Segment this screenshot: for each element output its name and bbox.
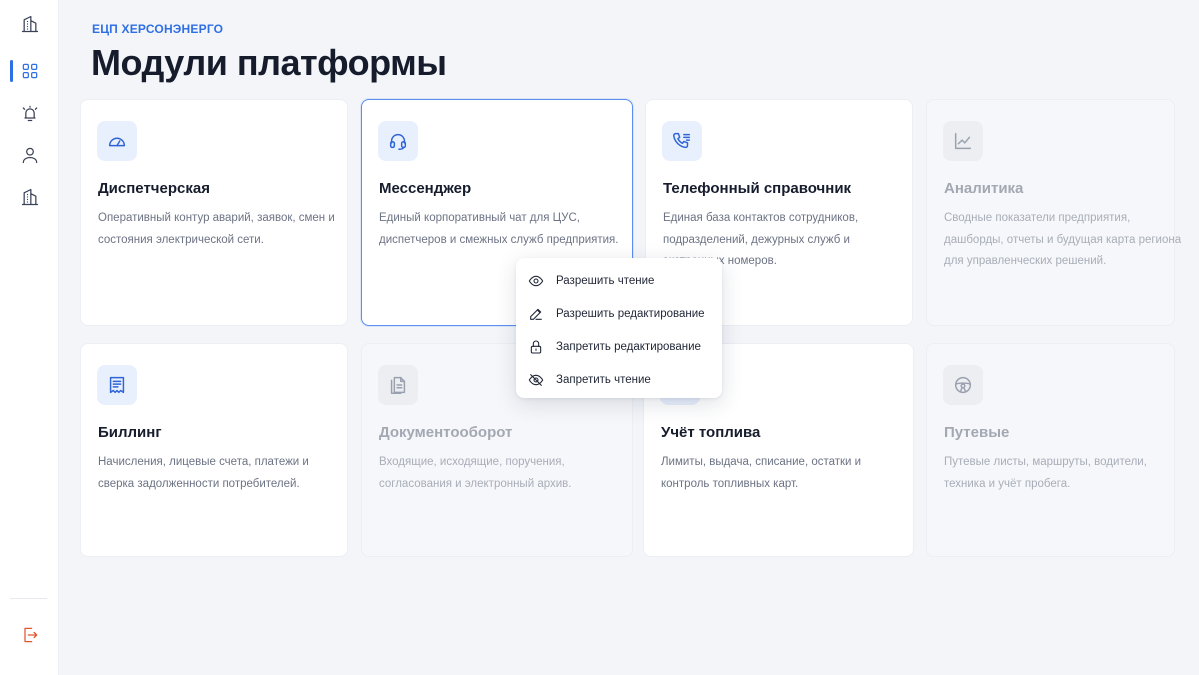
sidebar-item-company[interactable] — [0, 7, 59, 41]
menu-item-allow-edit[interactable]: Разрешить редактирование — [516, 297, 722, 330]
eye-icon — [528, 275, 544, 286]
eye-off-icon — [528, 373, 544, 386]
card-title: Документооборот — [379, 424, 513, 441]
lock-icon — [530, 340, 542, 354]
grid-icon — [22, 63, 37, 79]
permissions-context-menu: Разрешить чтение Разрешить редактировани… — [516, 258, 722, 398]
menu-item-deny-read[interactable]: Запретить чтение — [516, 363, 722, 396]
card-description: Оперативный контур аварий, заявок, смен … — [98, 212, 335, 246]
card-title: Телефонный справочник — [663, 180, 852, 197]
speedometer-icon — [108, 137, 126, 147]
menu-item-allow-read[interactable]: Разрешить чтение — [516, 264, 722, 297]
card-title: Путевые — [944, 424, 1010, 441]
alarm-icon — [22, 105, 37, 122]
card-title: Аналитика — [944, 180, 1024, 197]
card-title: Учёт топлива — [661, 424, 761, 441]
module-card-waybills[interactable]: Путевые Путевые листы, маршруты, водител… — [926, 343, 1175, 557]
card-icon-box — [943, 121, 983, 161]
card-description: Лимиты, выдача, списание, остатки и конт… — [661, 456, 862, 490]
building-icon — [21, 188, 38, 206]
receipt-icon — [109, 376, 125, 394]
card-icon-box — [662, 121, 702, 161]
card-icon-box — [943, 365, 983, 405]
page-title: Модули платформы — [91, 42, 447, 83]
sidebar-item-profile[interactable] — [0, 138, 59, 172]
card-icon-box — [378, 121, 418, 161]
module-card-billing[interactable]: Биллинг Начисления, лицевые счета, плате… — [80, 343, 348, 557]
card-icon-box — [378, 365, 418, 405]
sidebar-item-alarms[interactable] — [0, 96, 59, 130]
card-title: Мессенджер — [379, 180, 472, 197]
logout-button[interactable] — [0, 618, 59, 652]
documents-icon — [390, 376, 406, 394]
card-title: Биллинг — [98, 424, 162, 441]
menu-item-label: Разрешить редактирование — [556, 307, 705, 320]
card-icon-box — [97, 121, 137, 161]
sidebar — [0, 0, 59, 675]
menu-item-label: Запретить редактирование — [556, 340, 701, 353]
user-icon — [22, 147, 37, 164]
headset-icon — [389, 133, 407, 150]
sidebar-item-modules[interactable] — [0, 54, 59, 88]
card-description: Начисления, лицевые счета, платежи и све… — [98, 456, 309, 490]
phone-book-icon — [673, 132, 691, 149]
card-icon-box — [97, 365, 137, 405]
sidebar-item-organization[interactable] — [0, 180, 59, 214]
sidebar-divider — [10, 598, 47, 599]
chart-line-icon — [954, 132, 972, 150]
card-title: Диспетчерская — [98, 180, 210, 197]
module-card-analytics[interactable]: Аналитика Сводные показатели предприятия… — [926, 99, 1181, 326]
menu-item-label: Запретить чтение — [556, 373, 651, 386]
logout-icon — [23, 627, 37, 643]
module-card-dispatch[interactable]: Диспетчерская Оперативный контур аварий,… — [80, 99, 348, 326]
card-description: Сводные показатели предприятия, дашборды… — [944, 212, 1182, 267]
menu-item-deny-edit[interactable]: Запретить редактирование — [516, 330, 722, 363]
card-description: Входящие, исходящие, поручения, согласов… — [379, 456, 572, 490]
pencil-icon — [530, 308, 542, 320]
card-description: Путевые листы, маршруты, водители, техни… — [944, 456, 1147, 490]
steering-wheel-icon — [954, 376, 972, 394]
organization-name: ЕЦП ХЕРСОНЭНЕРГО — [92, 22, 224, 36]
card-description: Единый корпоративный чат для ЦУС, диспет… — [379, 212, 619, 246]
building-icon — [21, 15, 38, 33]
menu-item-label: Разрешить чтение — [556, 274, 655, 287]
